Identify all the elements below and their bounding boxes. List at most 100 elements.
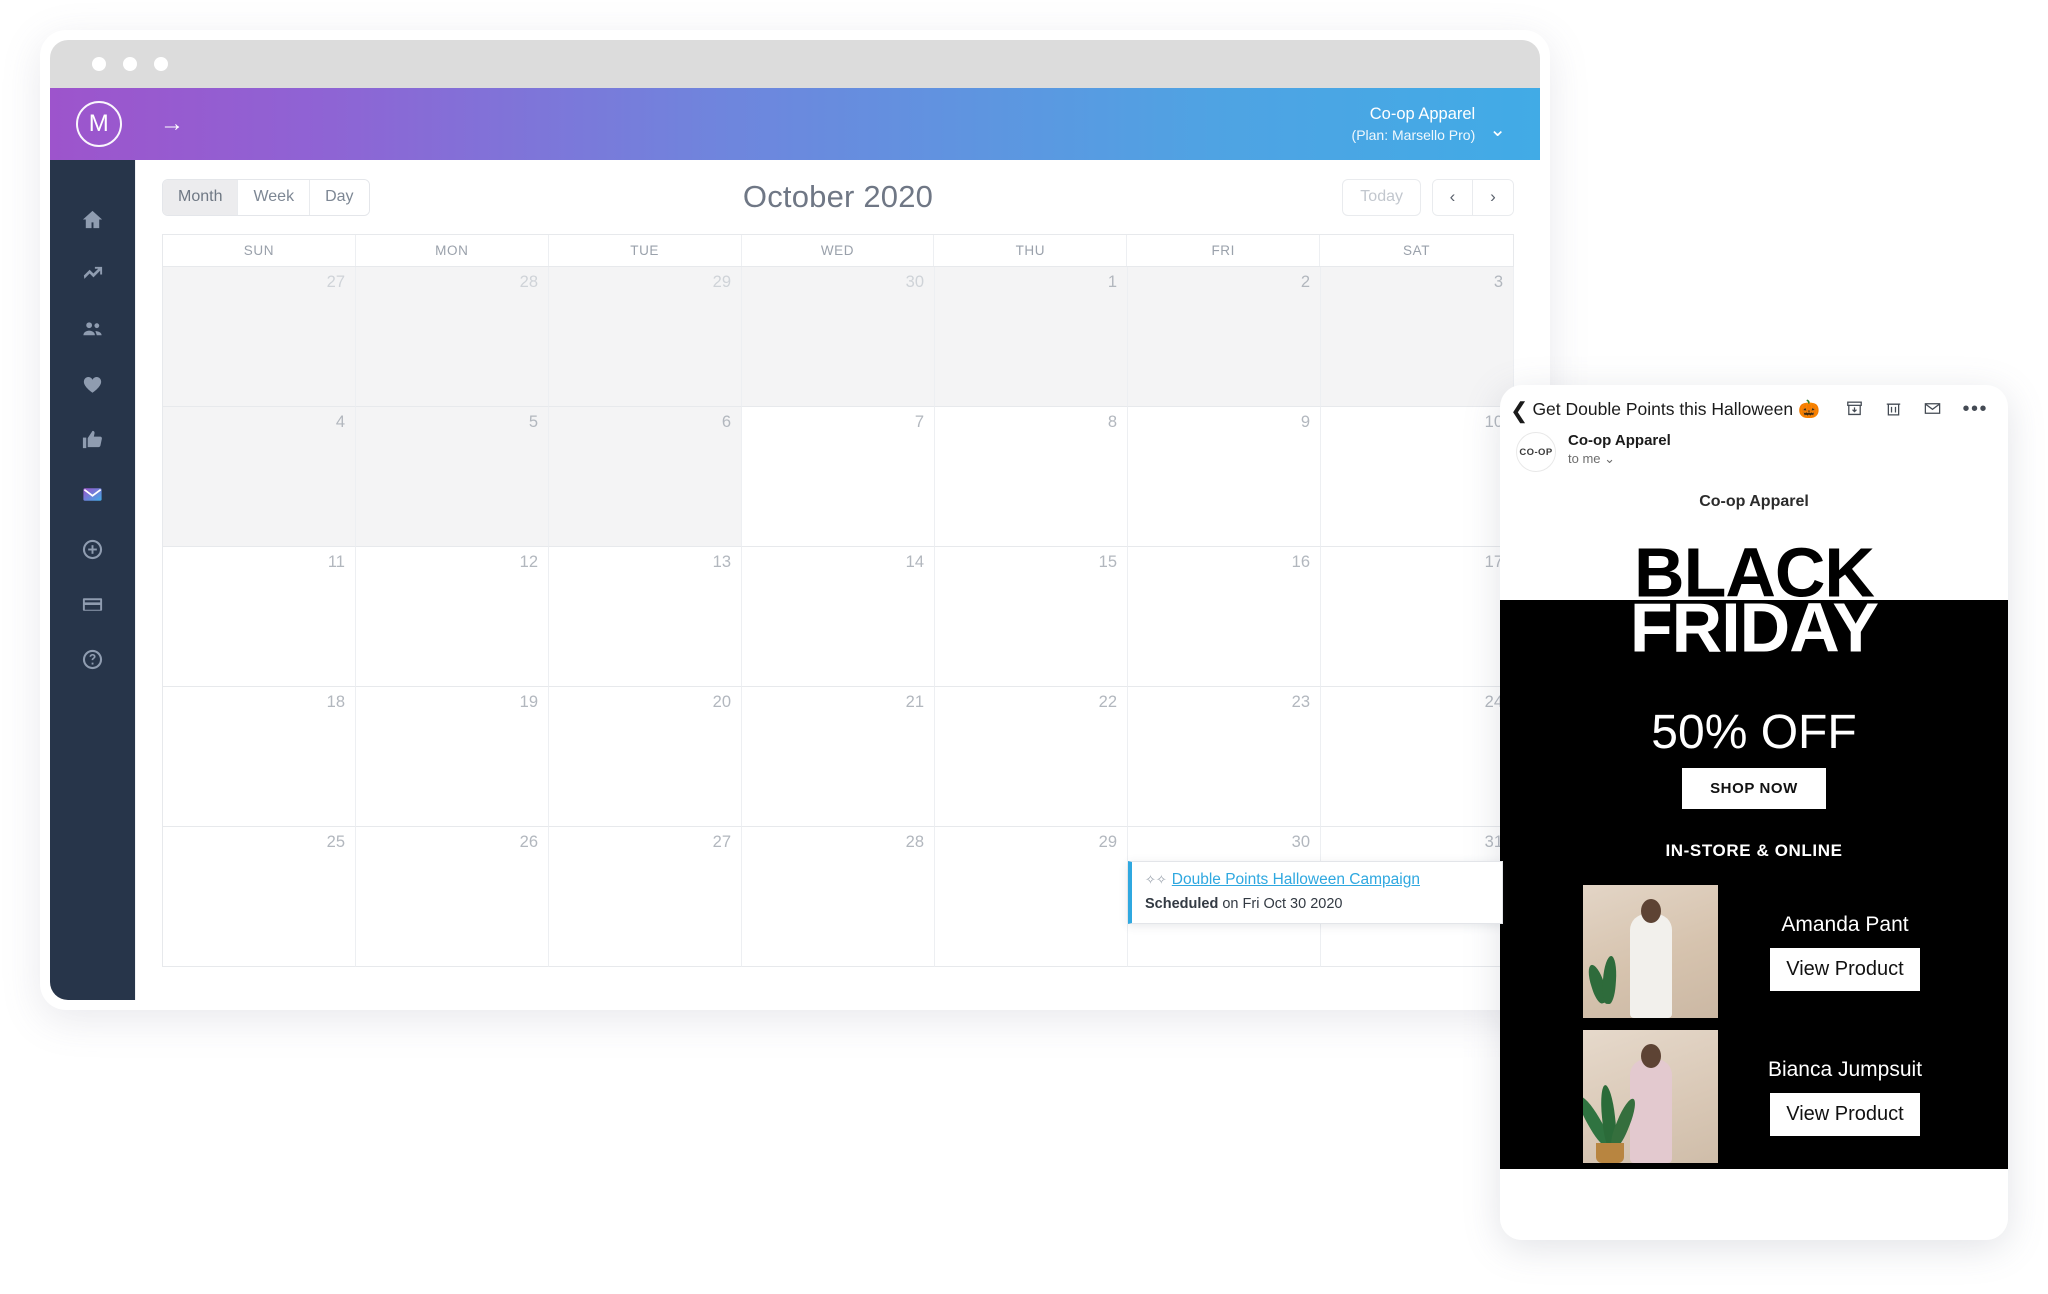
calendar-day-cell[interactable]: 22 xyxy=(935,687,1128,827)
calendar-day-number: 15 xyxy=(1098,553,1117,571)
calendar-day-cell[interactable]: 18 xyxy=(163,687,356,827)
sidebar-item-marketing[interactable] xyxy=(50,467,135,522)
calendar-day-cell[interactable]: 19 xyxy=(356,687,549,827)
calendar-toolbar: Month Week Day October 2020 Today ‹ › xyxy=(136,160,1540,234)
calendar-day-cell[interactable]: 2 xyxy=(1128,267,1321,407)
calendar-day-cell[interactable]: 27 xyxy=(549,827,742,967)
window-close-dot[interactable] xyxy=(92,57,106,71)
trash-icon[interactable] xyxy=(1884,399,1903,418)
view-day-button[interactable]: Day xyxy=(310,179,369,215)
calendar-day-cell[interactable]: 17 xyxy=(1321,547,1514,687)
calendar-day-cell[interactable]: 9 xyxy=(1128,407,1321,547)
calendar-day-number: 4 xyxy=(335,413,345,431)
calendar-day-cell[interactable]: 1 xyxy=(935,267,1128,407)
calendar-day-cell[interactable]: 8 xyxy=(935,407,1128,547)
view-product-button-2[interactable]: View Product xyxy=(1770,1092,1920,1136)
calendar-day-cell[interactable]: 3 xyxy=(1321,267,1514,407)
email-subject: Get Double Points this Halloween 🎃 xyxy=(1532,399,1820,419)
calendar-day-number: 7 xyxy=(914,413,924,431)
calendar-day-number: 12 xyxy=(519,553,538,571)
calendar-day-cell[interactable]: 28 xyxy=(356,267,549,407)
calendar-day-cell[interactable]: 27 xyxy=(163,267,356,407)
help-circle-icon xyxy=(82,649,103,670)
sidebar-item-loyalty[interactable] xyxy=(50,357,135,412)
black-friday-hero: BLACK FRIDAY xyxy=(1500,525,2008,675)
model-head xyxy=(1640,1044,1661,1068)
calendar-day-cell[interactable]: 5 xyxy=(356,407,549,547)
calendar-day-number: 11 xyxy=(327,553,345,571)
sidebar-item-analytics[interactable] xyxy=(50,247,135,302)
sidebar-item-reviews[interactable] xyxy=(50,412,135,467)
plant-pot xyxy=(1596,1143,1624,1163)
calendar-day-number: 30 xyxy=(1291,833,1310,851)
calendar-day-cell[interactable]: 30 ✧✧ Double Points Halloween Campaign Sche… xyxy=(1128,827,1503,967)
calendar-day-cell[interactable]: 29 xyxy=(935,827,1128,967)
sidebar-item-home[interactable] xyxy=(50,192,135,247)
calendar-day-cell[interactable]: 29 xyxy=(549,267,742,407)
today-button[interactable]: Today xyxy=(1342,178,1421,216)
calendar-day-cell[interactable]: 26 xyxy=(356,827,549,967)
window-maximize-dot[interactable] xyxy=(154,57,168,71)
calendar-day-number: 1 xyxy=(1107,273,1117,291)
calendar-day-cell[interactable]: 4 xyxy=(163,407,356,547)
calendar-day-cell[interactable]: 13 xyxy=(549,547,742,687)
view-product-button-1[interactable]: View Product xyxy=(1770,947,1920,991)
calendar-page: Month Week Day October 2020 Today ‹ › SU… xyxy=(135,160,1540,1000)
calendar-day-cell[interactable]: 14 xyxy=(742,547,935,687)
calendar-day-cell[interactable]: 15 xyxy=(935,547,1128,687)
calendar-day-cell[interactable]: 6 xyxy=(549,407,742,547)
calendar-day-cell[interactable]: 21 xyxy=(742,687,935,827)
calendar-day-cell[interactable]: 7 xyxy=(742,407,935,547)
more-icon[interactable]: ••• xyxy=(1962,399,1988,419)
calendar-day-cell[interactable]: 25 xyxy=(163,827,356,967)
shop-now-button[interactable]: SHOP NOW xyxy=(1682,768,1826,809)
product-image-bianca-jumpsuit xyxy=(1583,1030,1718,1163)
calendar-day-number: 8 xyxy=(1107,413,1117,431)
calendar-event-popup[interactable]: ✧✧ Double Points Halloween Campaign Schedu… xyxy=(1128,861,1503,924)
calendar-grid: 27 28 29 30 1 2 3 4 5 6 7 8 9 10 11 12 13 14 15 16 17 18 19 20 2… xyxy=(162,266,1514,967)
people-icon xyxy=(83,322,102,336)
calendar-day-number: 19 xyxy=(519,693,538,711)
calendar-day-number: 26 xyxy=(519,833,538,851)
thumbs-up-icon xyxy=(82,430,102,449)
sidebar-item-help[interactable] xyxy=(50,632,135,687)
prev-month-button[interactable]: ‹ xyxy=(1433,179,1473,215)
event-title-link[interactable]: Double Points Halloween Campaign xyxy=(1172,871,1420,889)
browser-window: M → Co-op Apparel (Plan: Marsello Pro) ⌄ xyxy=(40,30,1550,1010)
back-icon[interactable]: ❮ xyxy=(1510,400,1528,422)
view-week-button[interactable]: Week xyxy=(238,179,311,215)
view-month-button[interactable]: Month xyxy=(163,179,239,215)
trending-up-icon xyxy=(83,266,103,279)
calendar-day-cell[interactable]: 30 xyxy=(742,267,935,407)
weekday-header: SUN MON TUE WED THU FRI SAT xyxy=(162,234,1514,266)
hero-text: BLACK FRIDAY xyxy=(1500,538,2008,662)
calendar-day-number: 5 xyxy=(528,413,538,431)
calendar-day-number: 16 xyxy=(1291,553,1310,571)
email-recipient[interactable]: to me ⌄ xyxy=(1568,451,1671,467)
calendar-day-cell[interactable]: 20 xyxy=(549,687,742,827)
calendar-day-cell[interactable]: 12 xyxy=(356,547,549,687)
calendar-day-cell[interactable]: 11 xyxy=(163,547,356,687)
account-plan: (Plan: Marsello Pro) xyxy=(1351,126,1476,143)
calendar-day-cell[interactable]: 16 xyxy=(1128,547,1321,687)
sidebar-item-customers[interactable] xyxy=(50,302,135,357)
account-menu[interactable]: Co-op Apparel (Plan: Marsello Pro) ⌄ xyxy=(1352,103,1506,144)
chevron-down-icon[interactable]: ⌄ xyxy=(1489,120,1506,140)
window-minimize-dot[interactable] xyxy=(123,57,137,71)
sidebar-item-billing[interactable] xyxy=(50,577,135,632)
weekday-sat: SAT xyxy=(1403,243,1431,258)
event-status-label: Scheduled xyxy=(1145,896,1219,912)
calendar-day-cell[interactable]: 10 xyxy=(1321,407,1514,547)
marsello-logo-icon[interactable]: M xyxy=(76,101,122,147)
credit-card-icon xyxy=(82,598,103,611)
calendar-day-number: 28 xyxy=(519,273,538,291)
archive-icon[interactable] xyxy=(1845,399,1864,418)
calendar-day-cell[interactable]: 24 xyxy=(1321,687,1514,827)
sidebar-item-create[interactable] xyxy=(50,522,135,577)
calendar-day-cell[interactable]: 23 xyxy=(1128,687,1321,827)
calendar-day-number: 3 xyxy=(1493,273,1503,291)
next-month-button[interactable]: › xyxy=(1473,179,1513,215)
forward-arrow-icon[interactable]: → xyxy=(160,112,184,136)
mark-unread-icon[interactable] xyxy=(1923,399,1942,418)
calendar-day-cell[interactable]: 28 xyxy=(742,827,935,967)
